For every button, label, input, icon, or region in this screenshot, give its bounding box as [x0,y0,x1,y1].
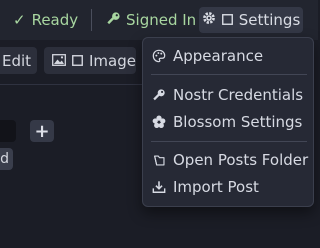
key-icon [106,11,121,30]
image-button[interactable]: Image [44,47,136,74]
menu-item-appearance-label: Appearance [173,47,264,65]
status-ready: ✓ Ready [13,10,78,30]
folder-open-icon [151,154,167,167]
chip-button[interactable]: d [0,148,13,170]
flower-icon [151,115,167,129]
menu-item-nostr-credentials[interactable]: Nostr Credentials [151,84,309,106]
menu-item-appearance[interactable]: Appearance [151,45,309,67]
menu-item-import-post[interactable]: Import Post [151,176,309,198]
menu-item-nostr-credentials-label: Nostr Credentials [173,86,304,104]
image-icon [52,52,66,70]
menu-item-import-post-label: Import Post [173,178,259,196]
status-bar: ✓ Ready Signed In Settings [0,0,318,40]
window-square-icon [221,11,233,29]
import-icon [151,180,167,194]
status-separator [91,9,92,31]
text-input[interactable] [0,120,16,142]
menu-divider [151,141,307,142]
status-ready-label: Ready [31,11,79,29]
key-icon [151,88,167,102]
status-signed-in-label: Signed In [126,11,197,29]
add-button[interactable]: + [30,120,54,142]
settings-dropdown-menu: Appearance Nostr Credentials Blossom Set… [142,37,314,207]
settings-button[interactable]: Settings [199,7,303,33]
window-square-icon [72,52,83,70]
menu-divider [151,74,307,75]
palette-icon [151,49,167,63]
check-icon: ✓ [13,11,26,29]
plus-icon: + [34,120,50,142]
menu-item-open-posts-folder[interactable]: Open Posts Folder [151,149,309,171]
app-root: ✓ Ready Signed In Settings Edit Image + … [0,0,318,248]
chip-label: d [0,151,9,167]
menu-item-blossom-settings[interactable]: Blossom Settings [151,111,309,133]
settings-button-label: Settings [238,11,301,29]
gear-icon [202,11,216,29]
status-signed-in: Signed In [106,10,196,30]
toolbar-divider [0,84,150,85]
menu-item-blossom-settings-label: Blossom Settings [173,113,303,131]
edit-button[interactable]: Edit [0,47,37,74]
image-button-label: Image [89,51,136,70]
edit-button-label: Edit [2,51,32,70]
menu-item-open-posts-folder-label: Open Posts Folder [173,151,309,169]
